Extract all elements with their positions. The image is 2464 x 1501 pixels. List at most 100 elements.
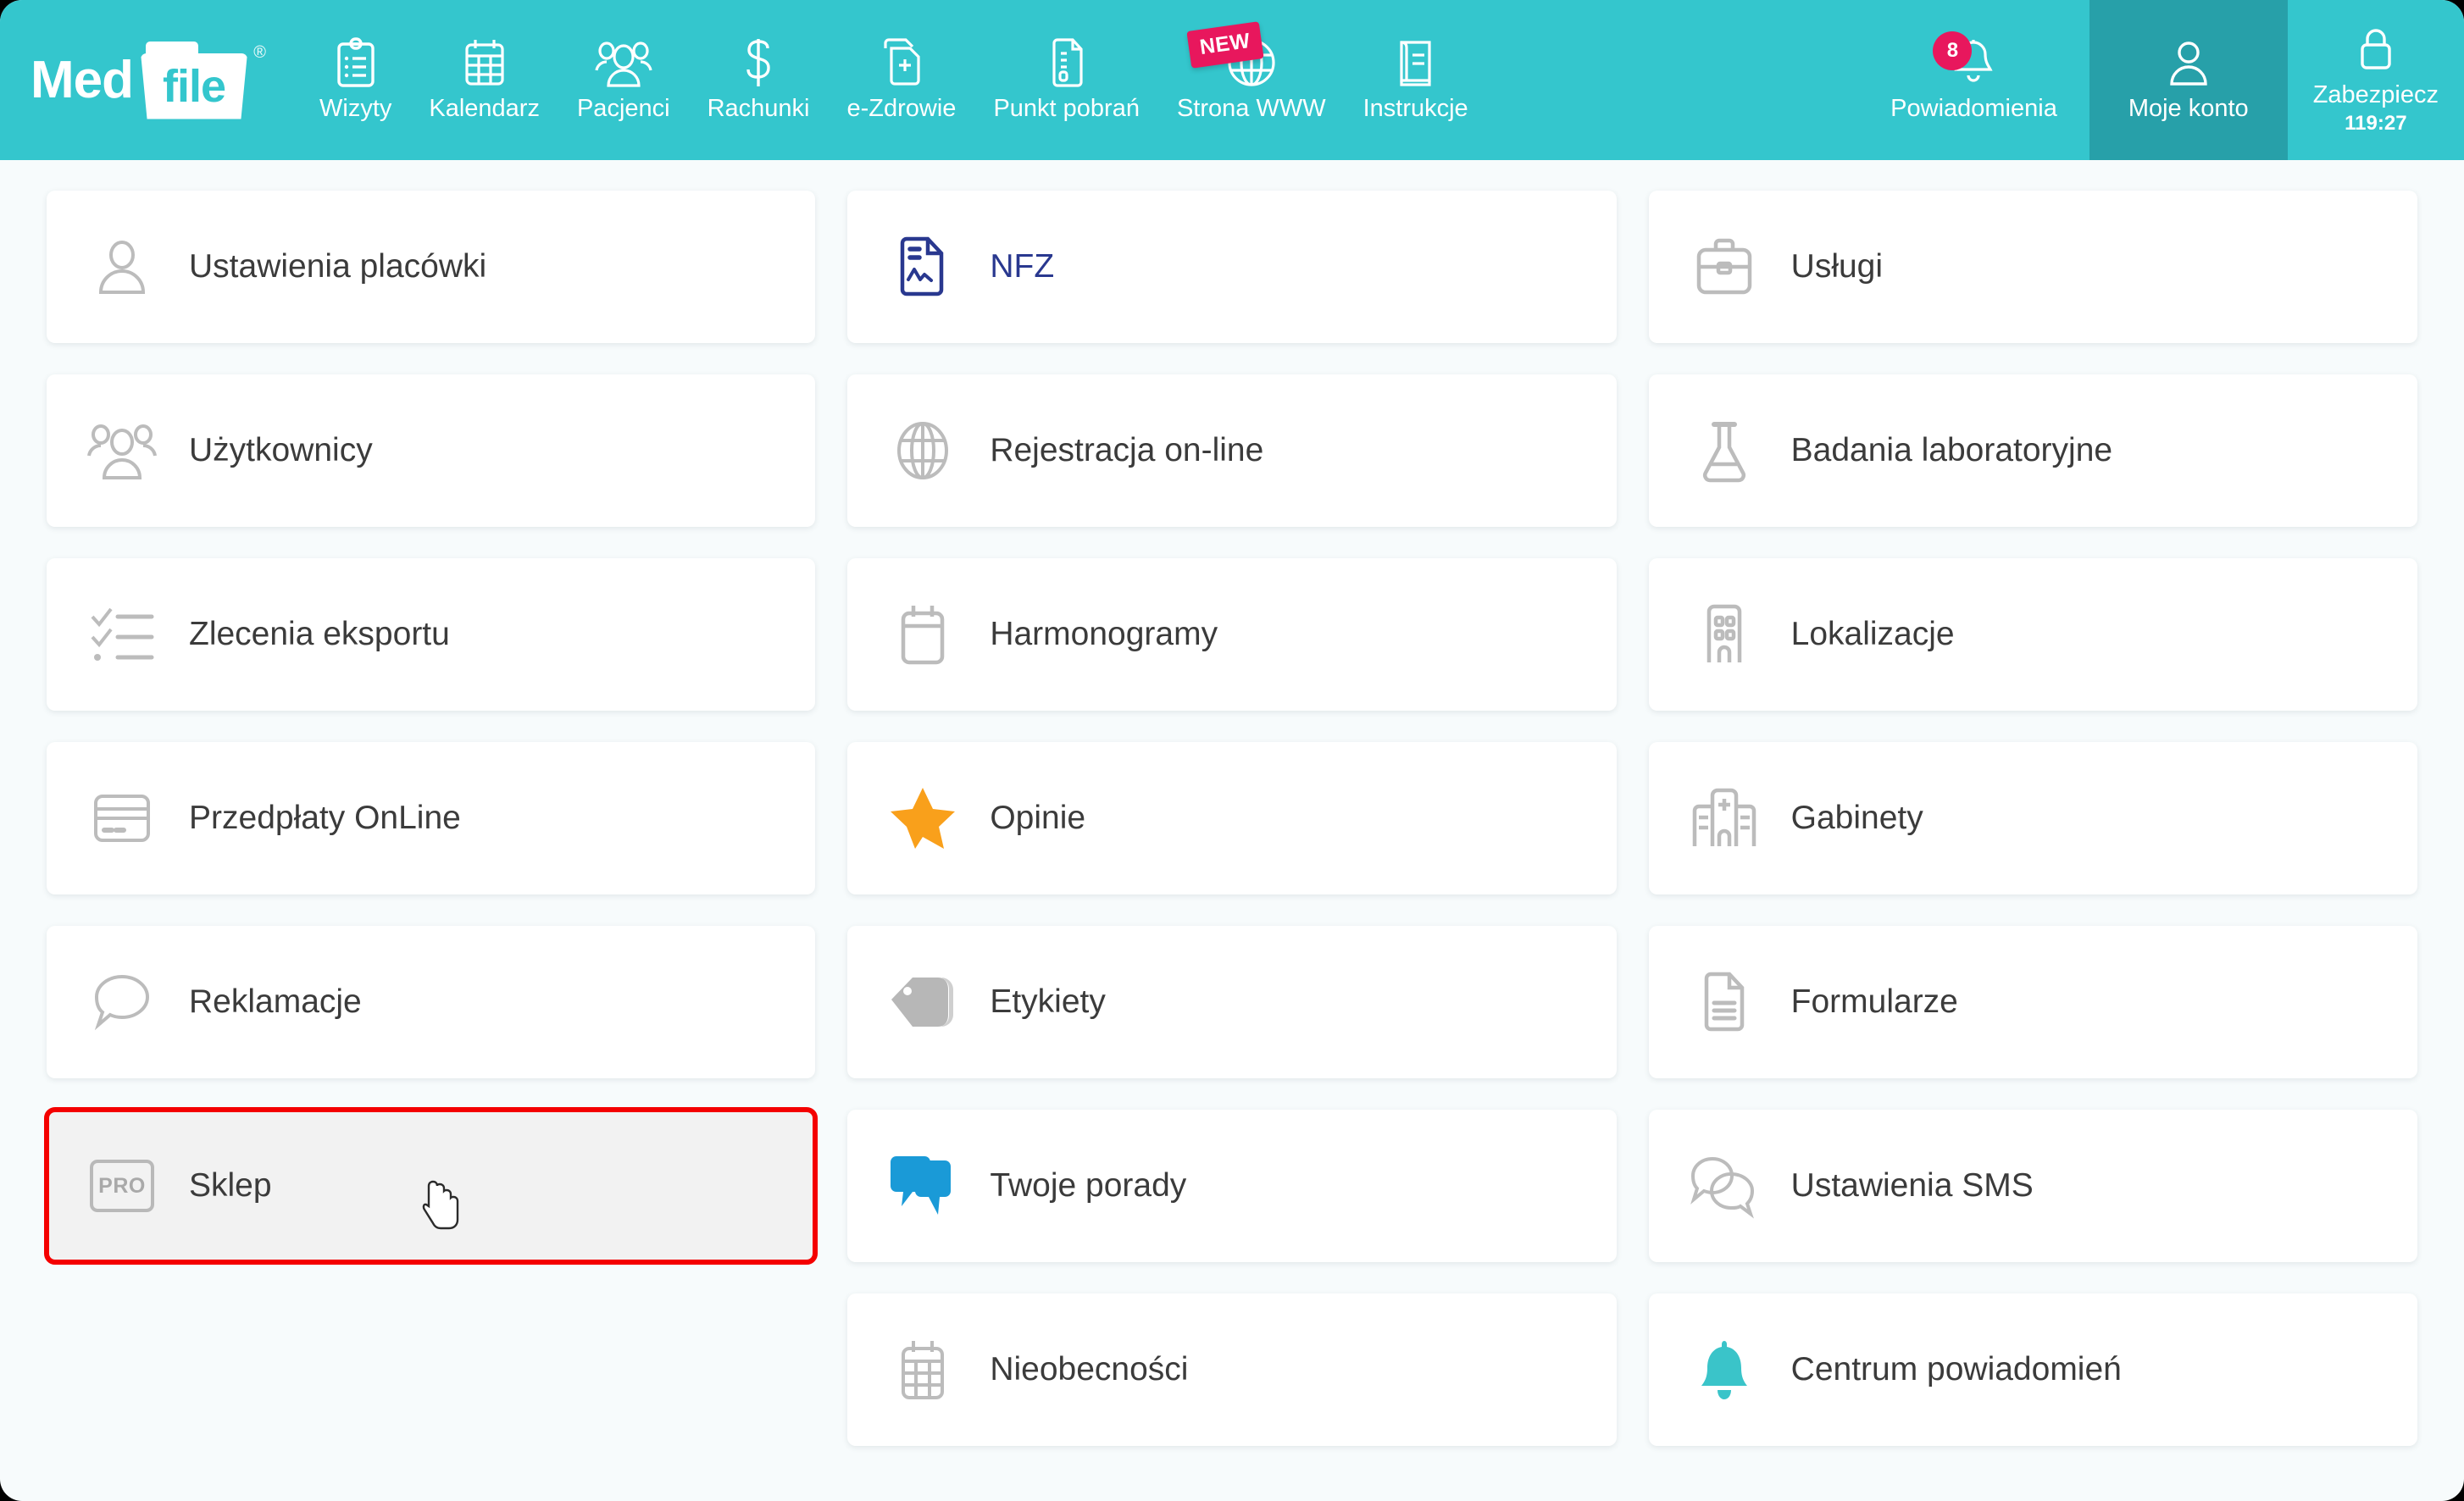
- logo-text-med: Med: [31, 50, 134, 109]
- card-rejestracja-on-line[interactable]: Rejestracja on-line: [847, 374, 1617, 527]
- nav-item-moje-konto[interactable]: Moje konto: [2089, 0, 2288, 160]
- card-badania-laboratoryjne[interactable]: Badania laboratoryjne: [1648, 374, 2417, 527]
- chat-bubbles-filled-icon: [886, 1149, 959, 1222]
- nav-item-rachunki[interactable]: Rachunki: [689, 0, 829, 160]
- users-group-outline-icon: [86, 414, 158, 487]
- card-nfz[interactable]: NFZ: [847, 191, 1617, 343]
- nav-item-punkt-pobran[interactable]: Punkt pobrań: [974, 0, 1158, 160]
- card-uslugi[interactable]: Usługi: [1648, 191, 2417, 343]
- nav-item-powiadomienia[interactable]: 8 Powiadomienia: [1858, 0, 2089, 160]
- navbar-primary-items: Wizyty Kalendarz Pacjenci Rachunki e-Zdr…: [301, 0, 1858, 160]
- card-label: Badania laboratoryjne: [1790, 432, 2113, 468]
- nav-label: Instrukcje: [1362, 94, 1468, 122]
- nav-item-e-zdrowie[interactable]: e-Zdrowie: [829, 0, 975, 160]
- nav-label: Wizyty: [319, 94, 392, 122]
- card-centrum-powiadomien[interactable]: Centrum powiadomień: [1648, 1293, 2417, 1446]
- card-label: Lokalizacje: [1790, 616, 1955, 652]
- card-label: Ustawienia SMS: [1790, 1167, 2034, 1204]
- nav-label: Strona WWW: [1176, 94, 1326, 122]
- navbar-secondary-items: 8 Powiadomienia Moje konto Zabezpiecz 11…: [1858, 0, 2464, 160]
- nav-item-strona-www[interactable]: NEW Strona WWW: [1158, 0, 1345, 160]
- card-label: Opinie: [990, 800, 1086, 836]
- card-label: Rejestracja on-line: [990, 432, 1264, 468]
- card-label: Etykiety: [990, 983, 1106, 1020]
- user-outline-icon: [86, 230, 158, 303]
- pro-badge-icon: PRO: [86, 1149, 158, 1222]
- lock-icon: [2355, 23, 2397, 75]
- notification-count-badge: 8: [1933, 30, 1973, 70]
- clipboard-list-icon: [333, 36, 379, 89]
- grid-column-2: NFZ Rejestracja on-line Harmonogramy Opi…: [847, 191, 1617, 1446]
- logo-wordmark: Med file ®: [31, 41, 266, 119]
- star-filled-icon: [886, 782, 959, 855]
- calendar-blank-icon: [886, 598, 959, 671]
- card-opinie[interactable]: Opinie: [847, 742, 1617, 895]
- calendar-grid-icon: [461, 36, 508, 89]
- nav-label: Zabezpiecz: [2312, 81, 2439, 108]
- card-twoje-porady[interactable]: Twoje porady: [847, 1110, 1617, 1262]
- registered-trademark-icon: ®: [253, 42, 266, 62]
- user-icon: [2167, 36, 2210, 89]
- session-timer: 119:27: [2345, 112, 2407, 135]
- card-reklamacje[interactable]: Reklamacje: [47, 926, 816, 1078]
- nav-label: Punkt pobrań: [993, 94, 1140, 122]
- card-label: Gabinety: [1790, 800, 1923, 836]
- card-zlecenia-eksportu[interactable]: Zlecenia eksportu: [47, 558, 816, 711]
- nfz-document-chart-icon: [886, 230, 959, 303]
- card-nieobecnosci[interactable]: Nieobecności: [847, 1293, 1617, 1446]
- card-label: Formularze: [1790, 983, 1958, 1020]
- nav-label: Rachunki: [707, 94, 810, 122]
- nav-label: Powiadomienia: [1890, 94, 2057, 122]
- card-sklep[interactable]: PRO Sklep: [43, 1107, 819, 1265]
- grid-column-1: Ustawienia placówki Użytkownicy Zlecenia…: [43, 191, 819, 1265]
- bell-filled-icon: [1688, 1333, 1761, 1406]
- card-label: Zlecenia eksportu: [189, 616, 450, 652]
- nav-item-zabezpiecz[interactable]: Zabezpiecz 119:27: [2288, 0, 2464, 160]
- nav-label: Moje konto: [2128, 94, 2249, 122]
- speech-bubble-icon: [86, 966, 158, 1039]
- card-ustawienia-placowki[interactable]: Ustawienia placówki: [47, 191, 816, 343]
- building-icon: [1688, 598, 1761, 671]
- card-gabinety[interactable]: Gabinety: [1648, 742, 2417, 895]
- bell-icon: 8: [1933, 30, 1995, 89]
- grid-column-3: Usługi Badania laboratoryjne Lokalizacje…: [1648, 191, 2417, 1446]
- tag-filled-icon: [886, 966, 959, 1039]
- two-speech-bubbles-icon: [1688, 1149, 1761, 1222]
- card-uzytkownicy[interactable]: Użytkownicy: [47, 374, 816, 527]
- card-label: Harmonogramy: [990, 616, 1218, 652]
- checklist-icon: [86, 598, 158, 671]
- card-label: Przedpłaty OnLine: [189, 800, 461, 836]
- card-label: Ustawienia placówki: [189, 248, 487, 285]
- medical-file-plus-icon: [877, 36, 926, 89]
- card-przedplaty-online[interactable]: Przedpłaty OnLine: [47, 742, 816, 895]
- people-group-icon: [592, 36, 655, 89]
- card-label: Centrum powiadomień: [1790, 1351, 2122, 1387]
- card-formularze[interactable]: Formularze: [1648, 926, 2417, 1078]
- mouse-cursor-pointer-icon: [422, 1179, 463, 1232]
- globe-outline-icon: [886, 414, 959, 487]
- folder-icon: file: [141, 41, 247, 119]
- card-label: Usługi: [1790, 248, 1884, 285]
- card-lokalizacje[interactable]: Lokalizacje: [1648, 558, 2417, 711]
- settings-card-grid: Ustawienia placówki Użytkownicy Zlecenia…: [0, 160, 2464, 1446]
- card-harmonogramy[interactable]: Harmonogramy: [847, 558, 1617, 711]
- app-window: Med file ® Wizyty Kalendarz Pacjenci Rac…: [0, 0, 2464, 1501]
- nav-label: Kalendarz: [429, 94, 540, 122]
- card-etykiety[interactable]: Etykiety: [847, 926, 1617, 1078]
- logo-text-file: file: [162, 60, 226, 112]
- flask-icon: [1688, 414, 1761, 487]
- nav-item-instrukcje[interactable]: Instrukcje: [1345, 0, 1487, 160]
- globe-icon: NEW: [1186, 20, 1277, 89]
- card-label: Sklep: [189, 1167, 272, 1204]
- briefcase-icon: [1688, 230, 1761, 303]
- card-label: Reklamacje: [189, 983, 362, 1020]
- nav-item-pacjenci[interactable]: Pacjenci: [558, 0, 689, 160]
- card-ustawienia-sms[interactable]: Ustawienia SMS: [1648, 1110, 2417, 1262]
- nav-item-kalendarz[interactable]: Kalendarz: [410, 0, 558, 160]
- card-label: Użytkownicy: [189, 432, 373, 468]
- brand-logo-medfile[interactable]: Med file ®: [0, 0, 301, 160]
- calendar-grid-outline-icon: [886, 1333, 959, 1406]
- pro-label: PRO: [90, 1160, 154, 1212]
- card-label: Twoje porady: [990, 1167, 1187, 1204]
- nav-item-wizyty[interactable]: Wizyty: [301, 0, 410, 160]
